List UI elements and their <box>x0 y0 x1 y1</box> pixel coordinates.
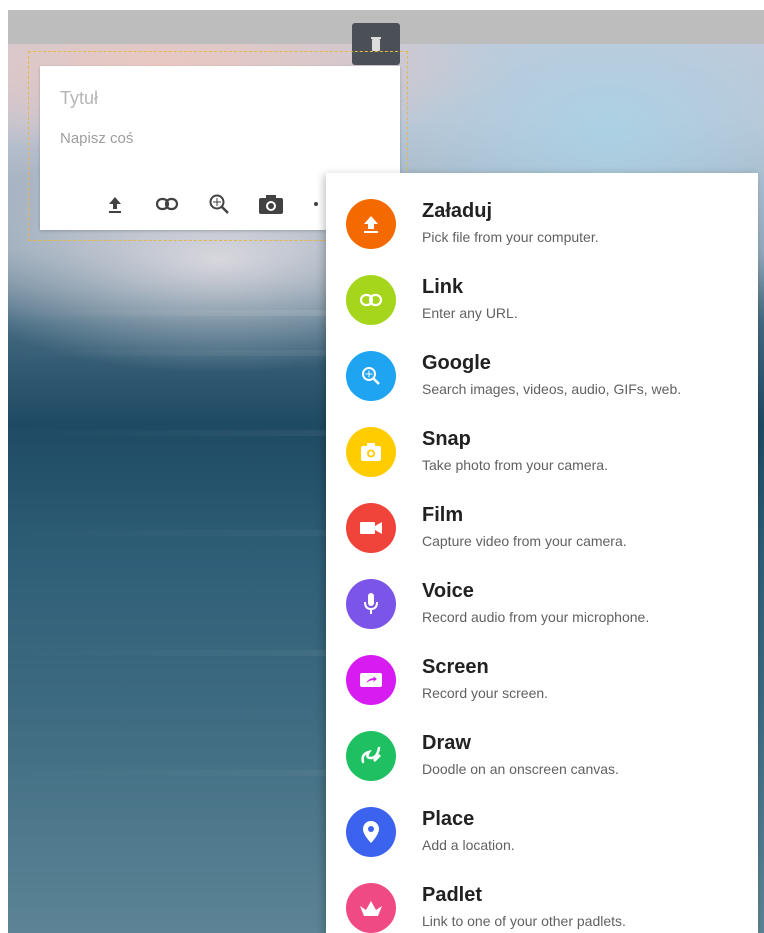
link-icon <box>155 197 179 211</box>
menu-item-upload[interactable]: Załaduj Pick file from your computer. <box>326 179 758 255</box>
link-button[interactable] <box>150 188 184 220</box>
search-icon <box>346 351 396 401</box>
microphone-icon <box>346 579 396 629</box>
menu-item-place[interactable]: Place Add a location. <box>326 787 758 863</box>
menu-item-padlet[interactable]: Padlet Link to one of your other padlets… <box>326 863 758 933</box>
search-button[interactable] <box>202 188 236 220</box>
menu-item-description: Record your screen. <box>422 685 549 701</box>
draw-icon <box>346 731 396 781</box>
link-icon <box>346 275 396 325</box>
title-input[interactable] <box>60 88 360 109</box>
menu-item-description: Take photo from your camera. <box>422 457 608 473</box>
camera-button[interactable] <box>254 188 288 220</box>
menu-item-title: Voice <box>422 580 474 602</box>
menu-item-title: Padlet <box>422 884 483 906</box>
menu-item-title: Draw <box>422 732 471 754</box>
attachment-toolbar <box>98 188 340 220</box>
menu-item-snap[interactable]: Snap Take photo from your camera. <box>326 407 758 483</box>
menu-item-description: Capture video from your camera. <box>422 533 627 549</box>
menu-item-title: Snap <box>422 428 471 450</box>
menu-item-title: Place <box>422 808 475 830</box>
menu-item-screen[interactable]: Screen Record your screen. <box>326 635 758 711</box>
search-icon <box>209 194 229 214</box>
menu-item-title: Link <box>422 276 464 298</box>
menu-item-description: Link to one of your other padlets. <box>422 913 626 929</box>
upload-button[interactable] <box>98 188 132 220</box>
menu-item-draw[interactable]: Draw Doodle on an onscreen canvas. <box>326 711 758 787</box>
menu-item-google[interactable]: Google Search images, videos, audio, GIF… <box>326 331 758 407</box>
location-pin-icon <box>346 807 396 857</box>
menu-item-title: Film <box>422 504 464 526</box>
padlet-icon <box>346 883 396 933</box>
menu-item-voice[interactable]: Voice Record audio from your microphone. <box>326 559 758 635</box>
menu-item-title: Załaduj <box>422 200 493 222</box>
camera-icon <box>259 195 283 214</box>
menu-item-description: Pick file from your computer. <box>422 229 599 245</box>
video-icon <box>346 503 396 553</box>
menu-item-description: Search images, videos, audio, GIFs, web. <box>422 381 682 397</box>
attachment-menu: Załaduj Pick file from your computer. Li… <box>326 173 758 933</box>
camera-icon <box>346 427 396 477</box>
menu-item-description: Add a location. <box>422 837 515 853</box>
menu-item-description: Record audio from your microphone. <box>422 609 650 625</box>
menu-item-film[interactable]: Film Capture video from your camera. <box>326 483 758 559</box>
menu-item-description: Doodle on an onscreen canvas. <box>422 761 619 777</box>
menu-item-title: Screen <box>422 656 489 678</box>
upload-icon <box>109 197 121 213</box>
menu-item-title: Google <box>422 352 491 374</box>
menu-item-link[interactable]: Link Enter any URL. <box>326 255 758 331</box>
upload-icon <box>346 199 396 249</box>
screen-icon <box>346 655 396 705</box>
menu-item-description: Enter any URL. <box>422 305 518 321</box>
body-input[interactable] <box>60 130 360 147</box>
